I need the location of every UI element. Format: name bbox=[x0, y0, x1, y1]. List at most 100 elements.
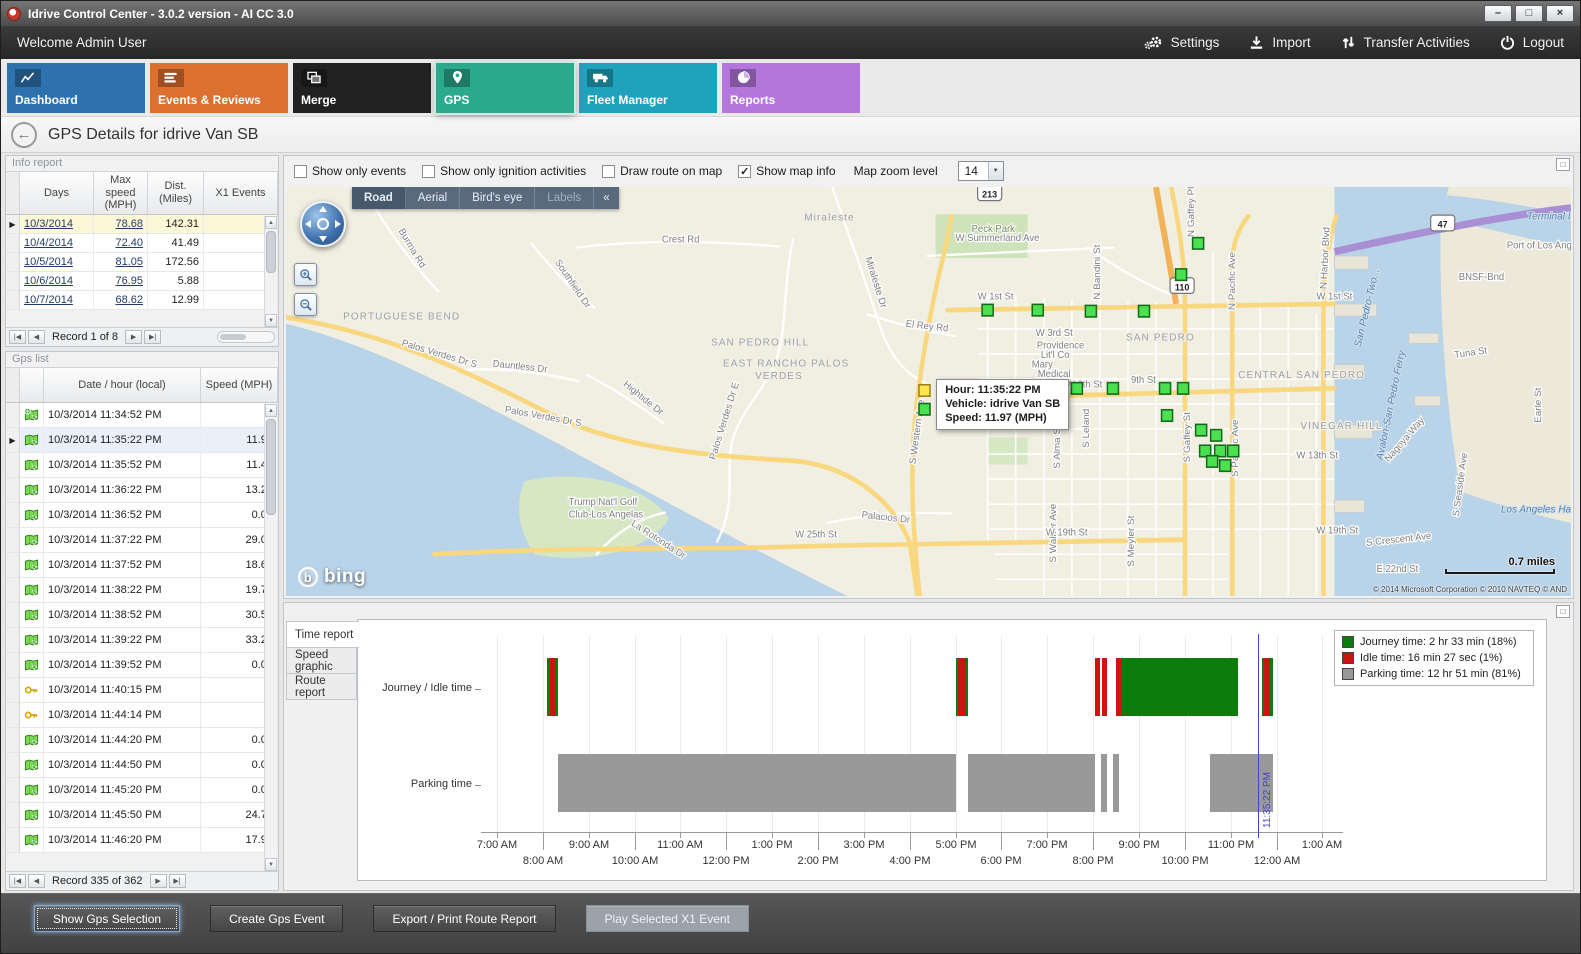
gps-marker[interactable] bbox=[1220, 460, 1231, 471]
gps-list-row[interactable]: 10/3/2014 11:39:22 PM 33.21 bbox=[6, 628, 278, 653]
settings-button[interactable]: Settings bbox=[1144, 35, 1220, 50]
pan-east-icon[interactable] bbox=[335, 220, 341, 228]
gps-vertical-scrollbar[interactable]: ▲ ▼ bbox=[264, 404, 277, 871]
export-print-route-report-button[interactable]: Export / Print Route Report bbox=[373, 905, 555, 932]
gps-list-row[interactable]: 10/3/2014 11:38:52 PM 30.55 bbox=[6, 603, 278, 628]
column-header-speed[interactable]: Speed (MPH) bbox=[201, 368, 278, 402]
gps-list-row[interactable]: 10/3/2014 11:39:52 PM 0.00 bbox=[6, 653, 278, 678]
map-view-tab-labels[interactable]: Labels bbox=[535, 187, 594, 209]
gps-marker[interactable] bbox=[1211, 430, 1222, 441]
pan-west-icon[interactable] bbox=[305, 220, 311, 228]
transfer-activities-button[interactable]: Transfer Activities bbox=[1341, 35, 1470, 50]
selected-gps-marker[interactable] bbox=[919, 385, 930, 396]
gps-marker[interactable] bbox=[1162, 410, 1173, 421]
gps-list-row[interactable]: 10/3/2014 11:45:50 PM 24.75 bbox=[6, 803, 278, 828]
gps-list-row[interactable]: 10/3/2014 11:37:22 PM 29.05 bbox=[6, 528, 278, 553]
zoom-in-button[interactable] bbox=[294, 263, 317, 286]
play-selected-x1-event-button[interactable]: Play Selected X1 Event bbox=[586, 905, 749, 932]
scroll-thumb[interactable] bbox=[266, 231, 276, 273]
prev-record-button[interactable]: ◀ bbox=[28, 330, 45, 344]
checkbox-draw-route-on-map[interactable]: Draw route on map bbox=[602, 164, 722, 178]
day-link[interactable]: 10/3/2014 bbox=[24, 218, 73, 230]
panel-maximize-button[interactable]: □ bbox=[1556, 605, 1570, 618]
first-record-button[interactable]: |◀ bbox=[9, 330, 26, 344]
column-header-dist[interactable]: Dist. (Miles) bbox=[148, 172, 204, 214]
day-link[interactable]: 10/5/2014 bbox=[24, 256, 73, 268]
import-button[interactable]: Import bbox=[1249, 35, 1310, 50]
gps-marker[interactable] bbox=[1107, 383, 1118, 394]
scroll-up-icon[interactable]: ▲ bbox=[265, 216, 277, 229]
info-report-row[interactable]: 10/7/2014 68.62 12.99 bbox=[6, 291, 278, 310]
map[interactable]: MiralestePeck ParkW Summerland AveCrest … bbox=[286, 187, 1571, 596]
scroll-up-icon[interactable]: ▲ bbox=[265, 404, 277, 417]
checkbox-icon[interactable]: ✓ bbox=[738, 165, 751, 178]
gps-list-row[interactable]: 10/3/2014 11:44:20 PM 0.00 bbox=[6, 728, 278, 753]
info-report-row[interactable]: 10/6/2014 76.95 5.88 bbox=[6, 272, 278, 291]
gps-list-row[interactable]: 10/3/2014 11:34:52 PM bbox=[6, 403, 278, 428]
nav-tile-dashboard[interactable]: Dashboard bbox=[7, 63, 145, 113]
gps-marker[interactable] bbox=[1176, 269, 1187, 280]
max-speed-link[interactable]: 68.62 bbox=[115, 294, 143, 306]
tab-time-report[interactable]: Time report bbox=[286, 621, 359, 648]
day-link[interactable]: 10/7/2014 bbox=[24, 294, 73, 306]
nav-tile-merge[interactable]: Merge bbox=[293, 63, 431, 113]
gps-list-row[interactable]: 10/3/2014 11:44:50 PM 0.00 bbox=[6, 753, 278, 778]
first-record-button[interactable]: |◀ bbox=[9, 874, 26, 888]
gps-list-row[interactable]: 10/3/2014 11:44:14 PM bbox=[6, 703, 278, 728]
prev-record-button[interactable]: ◀ bbox=[28, 874, 45, 888]
gps-marker[interactable] bbox=[1196, 424, 1207, 435]
gps-marker[interactable] bbox=[1228, 445, 1239, 456]
info-vertical-scrollbar[interactable]: ▲ ▼ bbox=[264, 216, 277, 327]
gps-list-row[interactable]: 10/3/2014 11:36:52 PM 0.00 bbox=[6, 503, 278, 528]
logout-button[interactable]: Logout bbox=[1500, 35, 1564, 50]
zoom-out-button[interactable] bbox=[294, 293, 317, 316]
gps-list-row[interactable]: ▶ 10/3/2014 11:35:22 PM 11.97 bbox=[6, 428, 278, 453]
scroll-thumb[interactable] bbox=[266, 419, 276, 515]
minimize-button[interactable]: – bbox=[1484, 5, 1512, 22]
info-report-row[interactable]: ▶ 10/3/2014 78.68 142.31 bbox=[6, 215, 278, 234]
pan-south-icon[interactable] bbox=[319, 236, 327, 242]
checkbox-icon[interactable] bbox=[294, 165, 307, 178]
gps-marker[interactable] bbox=[1071, 383, 1082, 394]
panel-maximize-button[interactable]: □ bbox=[1556, 158, 1570, 171]
maximize-button[interactable]: □ bbox=[1515, 5, 1543, 22]
nav-tile-gps[interactable]: GPS bbox=[436, 63, 574, 113]
max-speed-link[interactable]: 78.68 bbox=[115, 218, 143, 230]
max-speed-link[interactable]: 76.95 bbox=[115, 275, 143, 287]
scroll-down-icon[interactable]: ▼ bbox=[265, 314, 277, 327]
show-gps-selection-button[interactable]: Show Gps Selection bbox=[34, 905, 180, 932]
nav-tile-events-reviews[interactable]: Events & Reviews bbox=[150, 63, 288, 113]
map-view-tab-aerial[interactable]: Aerial bbox=[406, 187, 460, 209]
column-header-icon[interactable] bbox=[20, 368, 44, 402]
collapse-map-tabs-button[interactable]: « bbox=[594, 187, 618, 209]
gps-marker[interactable] bbox=[1160, 383, 1171, 394]
day-link[interactable]: 10/4/2014 bbox=[24, 237, 73, 249]
gps-marker[interactable] bbox=[919, 403, 930, 414]
tab-speed-graphic[interactable]: Speed graphic bbox=[286, 647, 357, 674]
create-gps-event-button[interactable]: Create Gps Event bbox=[210, 905, 343, 932]
max-speed-link[interactable]: 72.40 bbox=[115, 237, 143, 249]
map-view-tab-bird-s-eye[interactable]: Bird's eye bbox=[460, 187, 535, 209]
compass-center[interactable] bbox=[317, 218, 329, 230]
gps-list-row[interactable]: 10/3/2014 11:46:20 PM 17.93 bbox=[6, 828, 278, 853]
column-header-max-speed[interactable]: Max speed (MPH) bbox=[94, 172, 148, 214]
checkbox-show-map-info[interactable]: ✓Show map info bbox=[738, 164, 835, 178]
chevron-down-icon[interactable]: ▼ bbox=[988, 162, 1003, 180]
back-button[interactable]: ← bbox=[11, 122, 37, 148]
gps-marker[interactable] bbox=[1207, 456, 1218, 467]
last-record-button[interactable]: ▶| bbox=[169, 874, 186, 888]
column-header-days[interactable]: Days bbox=[20, 172, 94, 214]
tab-route-report[interactable]: Route report bbox=[286, 673, 357, 700]
gps-list-row[interactable]: 10/3/2014 11:45:20 PM 0.00 bbox=[6, 778, 278, 803]
map-canvas[interactable]: MiralestePeck ParkW Summerland AveCrest … bbox=[286, 187, 1571, 596]
gps-list-row[interactable]: 10/3/2014 11:36:22 PM 13.28 bbox=[6, 478, 278, 503]
next-record-button[interactable]: ▶ bbox=[125, 330, 142, 344]
pan-north-icon[interactable] bbox=[319, 206, 327, 212]
max-speed-link[interactable]: 81.05 bbox=[115, 256, 143, 268]
checkbox-icon[interactable] bbox=[602, 165, 615, 178]
gps-list-row[interactable]: 10/3/2014 11:35:52 PM 11.47 bbox=[6, 453, 278, 478]
gps-marker[interactable] bbox=[1085, 305, 1096, 316]
nav-tile-reports[interactable]: Reports bbox=[722, 63, 860, 113]
close-button[interactable]: × bbox=[1546, 5, 1574, 22]
checkbox-show-only-ignition-activities[interactable]: Show only ignition activities bbox=[422, 164, 586, 178]
